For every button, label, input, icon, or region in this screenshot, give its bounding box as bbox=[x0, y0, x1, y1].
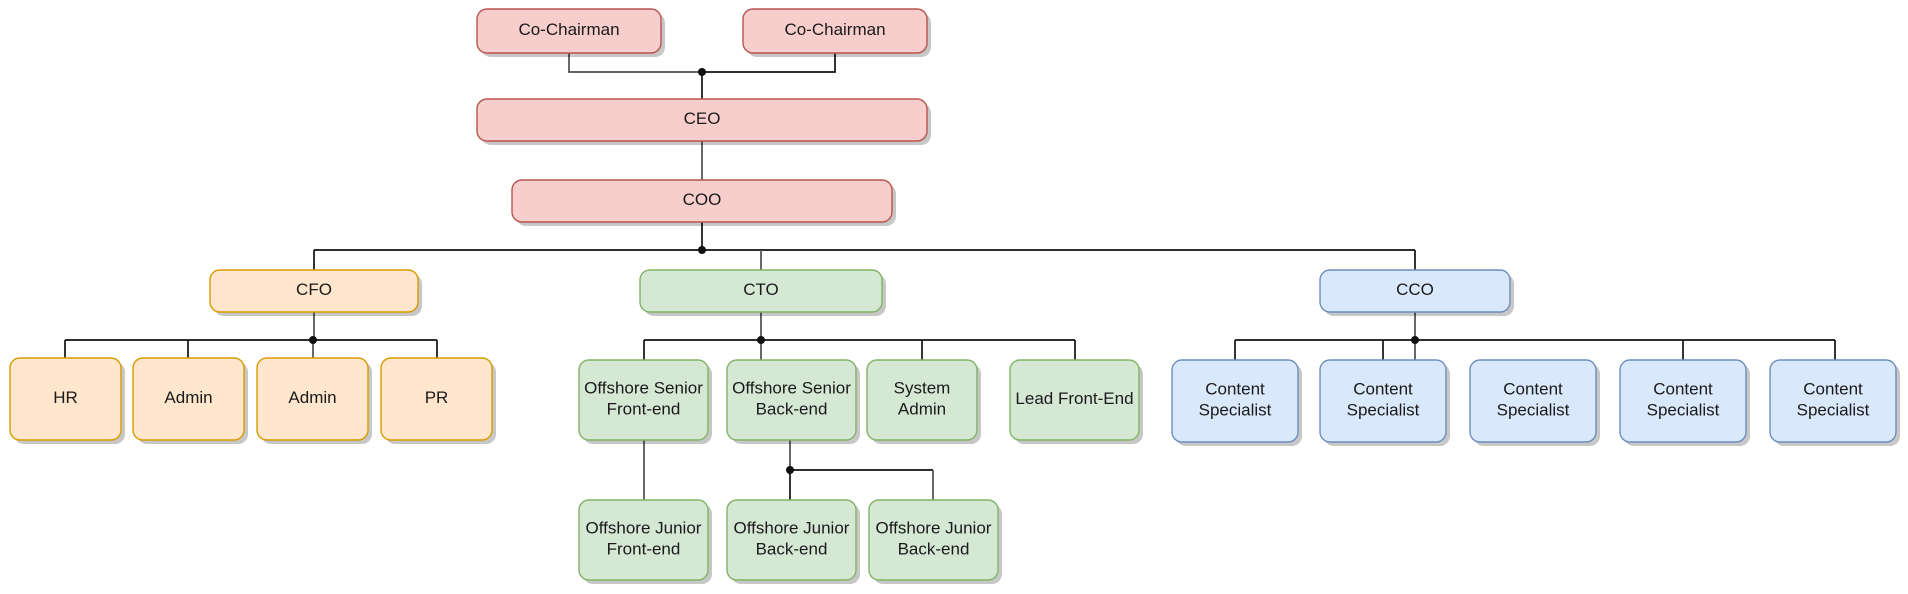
node-admin-2[interactable]: Admin bbox=[256, 357, 372, 444]
node-cfo[interactable]: CFO bbox=[209, 269, 422, 316]
node-admin-1-hitarea[interactable] bbox=[133, 358, 244, 440]
node-ceo-hitarea[interactable] bbox=[477, 99, 927, 141]
node-content-specialist-2-hitarea[interactable] bbox=[1320, 360, 1446, 442]
node-offshore-junior-frontend-hitarea[interactable] bbox=[579, 500, 708, 580]
node-coo-hitarea[interactable] bbox=[512, 180, 892, 222]
node-lead-frontend-hitarea[interactable] bbox=[1010, 360, 1139, 440]
junction-dot-cto bbox=[757, 336, 765, 344]
node-content-specialist-3[interactable]: ContentSpecialist bbox=[1469, 359, 1600, 446]
node-content-specialist-1[interactable]: ContentSpecialist bbox=[1171, 359, 1302, 446]
node-pr-hitarea[interactable] bbox=[381, 358, 492, 440]
node-pr[interactable]: PR bbox=[380, 357, 496, 444]
node-system-admin[interactable]: SystemAdmin bbox=[866, 359, 981, 444]
junction-dot-cfo bbox=[309, 336, 317, 344]
node-layer: Co-ChairmanCo-ChairmanCEOCOOCFOCTOCCOHRA… bbox=[9, 8, 1900, 584]
node-cco-hitarea[interactable] bbox=[1320, 270, 1510, 312]
node-offshore-senior-backend[interactable]: Offshore SeniorBack-end bbox=[726, 359, 860, 444]
node-content-specialist-5[interactable]: ContentSpecialist bbox=[1769, 359, 1900, 446]
node-admin-1[interactable]: Admin bbox=[132, 357, 248, 444]
org-chart-canvas: Co-ChairmanCo-ChairmanCEOCOOCFOCTOCCOHRA… bbox=[0, 0, 1908, 594]
node-co-chairman-2[interactable]: Co-Chairman bbox=[742, 8, 931, 57]
node-coo[interactable]: COO bbox=[511, 179, 896, 226]
node-content-specialist-3-hitarea[interactable] bbox=[1470, 360, 1596, 442]
node-cco[interactable]: CCO bbox=[1319, 269, 1514, 316]
node-offshore-senior-backend-hitarea[interactable] bbox=[727, 360, 856, 440]
junction-dot-ceo bbox=[698, 68, 706, 76]
node-lead-frontend[interactable]: Lead Front-End bbox=[1009, 359, 1143, 444]
junction-dot-cco bbox=[1411, 336, 1419, 344]
node-content-specialist-4-hitarea[interactable] bbox=[1620, 360, 1746, 442]
node-content-specialist-4[interactable]: ContentSpecialist bbox=[1619, 359, 1750, 446]
junction-dot-offshore-backend bbox=[786, 466, 794, 474]
node-content-specialist-1-hitarea[interactable] bbox=[1172, 360, 1298, 442]
node-co-chairman-1-hitarea[interactable] bbox=[477, 9, 661, 53]
node-offshore-senior-frontend[interactable]: Offshore SeniorFront-end bbox=[578, 359, 712, 444]
node-content-specialist-2[interactable]: ContentSpecialist bbox=[1319, 359, 1450, 446]
node-co-chairman-2-hitarea[interactable] bbox=[743, 9, 927, 53]
node-cto-hitarea[interactable] bbox=[640, 270, 882, 312]
node-ceo[interactable]: CEO bbox=[476, 98, 931, 145]
node-offshore-junior-backend-1-hitarea[interactable] bbox=[727, 500, 856, 580]
node-admin-2-hitarea[interactable] bbox=[257, 358, 368, 440]
node-offshore-junior-frontend[interactable]: Offshore JuniorFront-end bbox=[578, 499, 712, 584]
node-offshore-junior-backend-2[interactable]: Offshore JuniorBack-end bbox=[868, 499, 1002, 584]
node-co-chairman-1[interactable]: Co-Chairman bbox=[476, 8, 665, 57]
org-chart-svg: Co-ChairmanCo-ChairmanCEOCOOCFOCTOCCOHRA… bbox=[9, 8, 1900, 584]
junction-dot-coo bbox=[698, 246, 706, 254]
node-offshore-junior-backend-1[interactable]: Offshore JuniorBack-end bbox=[726, 499, 860, 584]
node-system-admin-hitarea[interactable] bbox=[867, 360, 977, 440]
node-hr[interactable]: HR bbox=[9, 357, 125, 444]
node-offshore-junior-backend-2-hitarea[interactable] bbox=[869, 500, 998, 580]
node-offshore-senior-frontend-hitarea[interactable] bbox=[579, 360, 708, 440]
node-cto[interactable]: CTO bbox=[639, 269, 886, 316]
node-hr-hitarea[interactable] bbox=[10, 358, 121, 440]
node-content-specialist-5-hitarea[interactable] bbox=[1770, 360, 1896, 442]
node-cfo-hitarea[interactable] bbox=[210, 270, 418, 312]
